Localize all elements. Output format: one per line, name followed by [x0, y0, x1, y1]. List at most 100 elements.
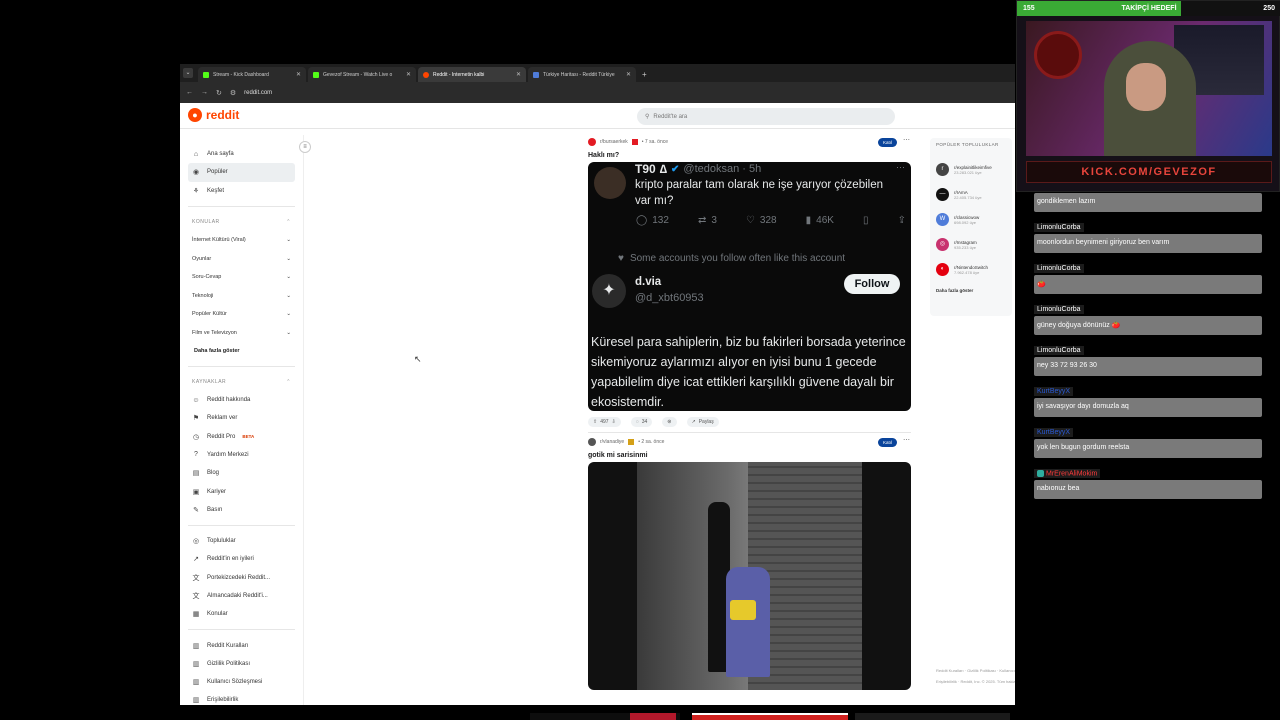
community-members: 22.405.734 üye: [954, 194, 982, 200]
url-field[interactable]: reddit.com: [244, 90, 272, 96]
sidebar-item-topics[interactable]: ▦ Konular: [188, 605, 295, 623]
tab-turkiye-haritasi[interactable]: Türkiye Haritası - Reddit Türkiye ✕: [528, 67, 636, 82]
sidebar-item-label: Kullanıcı Sözleşmesi: [207, 679, 263, 686]
tweet-screenshot[interactable]: T90 ∆ ✔ @tedoksan · 5h ⋯ kripto paralar …: [588, 162, 911, 411]
tab-gevezof-stream[interactable]: Gevezof Stream - Watch Live o ✕: [308, 67, 416, 82]
sidebar-item-reddit-pro[interactable]: ◷ Reddit Pro BETA: [188, 427, 295, 445]
post-image[interactable]: [588, 462, 911, 690]
sidebar-item-label: Erişilebilirlik: [207, 697, 239, 704]
taskbar-item: [692, 713, 848, 720]
topic-item[interactable]: İnternet Kültürü (Viral) ⌄: [188, 231, 295, 250]
sidebar-item-label: Gizlilik Politikası: [207, 660, 251, 667]
share-label: Paylaş: [698, 419, 714, 425]
sidebar-item-explore[interactable]: ⚘ Keşfet: [188, 182, 295, 200]
join-button[interactable]: Katıl: [877, 438, 897, 447]
reddit-logo[interactable]: ● reddit: [188, 108, 239, 122]
community-item[interactable]: r r/explainitlikeimfive 23.283.021 üye: [936, 157, 1006, 182]
reddit-favicon-icon: [423, 71, 429, 78]
sidebar-item-press[interactable]: ✎ Basın: [188, 501, 295, 519]
topics-icon: ▦: [192, 611, 200, 619]
sidebar-item-help[interactable]: ? Yardım Merkezi: [188, 446, 295, 464]
sidebar-item-advertise[interactable]: ⚑ Reklam ver: [188, 409, 295, 427]
topic-item[interactable]: Teknoloji ⌄: [188, 286, 295, 305]
reddit-alien-icon: ●: [188, 108, 202, 122]
comments-button[interactable]: ◌ 34: [630, 417, 653, 427]
chat-message: KurtBeyyX iyi savaşıyor dayı domuzla aq: [1034, 380, 1262, 417]
subreddit-name[interactable]: r/bursaerkek: [600, 139, 628, 145]
sidebar-item-label: Topluluklar: [207, 538, 236, 545]
sidebar-item-about[interactable]: ☺ Reddit hakkında: [188, 391, 295, 409]
sidebar-item-best-of[interactable]: ↗ Reddit'in en iyileri: [188, 550, 295, 568]
chevron-down-icon: ⌄: [286, 255, 291, 262]
resources-section-header[interactable]: KAYNAKLAR ⌃: [188, 373, 295, 391]
topics-section-header[interactable]: KONULAR ⌃: [188, 213, 295, 231]
bookmark-icon: ▯: [863, 215, 869, 226]
award-button[interactable]: ⊛: [662, 417, 677, 427]
share-icon: ⇪: [897, 215, 906, 226]
new-tab-button[interactable]: +: [638, 70, 651, 82]
sidebar-item-user-agreement[interactable]: ▥ Kullanıcı Sözleşmesi: [188, 673, 295, 691]
back-button[interactable]: ←: [186, 89, 193, 96]
tweet-avatar: [594, 167, 626, 199]
topic-item[interactable]: Film ve Televizyon ⌄: [188, 323, 295, 342]
topic-item[interactable]: Oyunlar ⌄: [188, 249, 295, 268]
home-icon: ⌂: [193, 150, 199, 158]
sidebar-item-blog[interactable]: ▤ Blog: [188, 464, 295, 482]
join-button[interactable]: Katıl: [877, 138, 897, 147]
sidebar-item-popular[interactable]: ◉ Popüler: [188, 163, 295, 182]
vote-control[interactable]: ⇧ 497 ⇩: [588, 417, 621, 427]
community-item[interactable]: ◎ r/Instagram 935.233 üye: [936, 232, 1006, 257]
search-input[interactable]: ⚲ Reddit'te ara: [637, 108, 895, 125]
share-button[interactable]: ↗ Paylaş: [686, 417, 719, 427]
sidebar-item-german[interactable]: 文 Almancadaki Reddit'i...: [188, 587, 295, 605]
sidebar-item-label: Reddit'in en iyileri: [207, 556, 254, 563]
more-options-icon[interactable]: ⋯: [903, 436, 910, 444]
sidebar-item-accessibility[interactable]: ▥ Erişilebilirlik: [188, 691, 295, 705]
tab-close-icon[interactable]: ✕: [406, 71, 411, 78]
show-more-communities-link[interactable]: Daha fazla göster: [936, 288, 1006, 293]
forward-button[interactable]: →: [201, 89, 208, 96]
chat-text: iyi savaşıyor dayı domuzla aq: [1034, 398, 1262, 417]
sidebar-item-home[interactable]: ⌂ Ana sayfa: [188, 145, 295, 163]
sidebar-item-privacy[interactable]: ▥ Gizlilik Politikası: [188, 655, 295, 673]
community-item[interactable]: ◐ r/NintendoSwitch 7.962.478 üye: [936, 257, 1006, 282]
tab-close-icon[interactable]: ✕: [516, 71, 521, 78]
downvote-icon[interactable]: ⇩: [612, 419, 616, 425]
topic-item[interactable]: Soru-Cevap ⌄: [188, 268, 295, 287]
more-options-icon[interactable]: ⋯: [903, 136, 910, 144]
bag: [730, 600, 756, 620]
chat-username-text: KurtBeyyX: [1037, 388, 1071, 395]
sidebar-item-careers[interactable]: ▣ Kariyer: [188, 482, 295, 500]
collapse-sidebar-button[interactable]: ≡: [299, 141, 311, 153]
reddit-footer: Reddit Kuralları · Gizlilik Politikası ·…: [936, 668, 1015, 684]
sidebar-item-portuguese[interactable]: 文 Portekizcedeki Reddit...: [188, 569, 295, 587]
tab-close-icon[interactable]: ✕: [296, 71, 301, 78]
post-title[interactable]: Haklı mı?: [588, 148, 911, 162]
chevron-down-icon: ⌄: [286, 329, 291, 336]
community-item[interactable]: — r/IAmA 22.405.734 üye: [936, 182, 1006, 207]
tab-close-icon[interactable]: ✕: [626, 71, 631, 78]
tab-reddit[interactable]: Reddit - İnternetin kalbi ✕: [418, 67, 526, 82]
chat-username: MrErenAliMokim: [1034, 468, 1101, 478]
chat-username-text: LimonluCorba: [1037, 306, 1081, 313]
sidebar-item-communities[interactable]: ◎ Topluluklar: [188, 532, 295, 550]
community-avatar: —: [936, 188, 949, 201]
post-title[interactable]: gotik mi sarisinmi: [588, 448, 911, 462]
chevron-down-icon: ⌄: [286, 311, 291, 318]
tab-search-icon[interactable]: ⌄: [183, 68, 193, 78]
topic-label: Teknoloji: [192, 292, 214, 299]
community-members: 698.092 üye: [954, 219, 977, 225]
topic-item[interactable]: Popüler Kültür ⌄: [188, 305, 295, 324]
chat-username: LimonluCorba: [1034, 264, 1084, 273]
sidebar-item-rules[interactable]: ▥ Reddit Kuralları: [188, 636, 295, 654]
site-info-icon[interactable]: ⚙: [230, 89, 236, 97]
reload-button[interactable]: ↻: [216, 89, 222, 97]
subreddit-name[interactable]: r/vlanadiye: [600, 439, 624, 445]
comment-count: 34: [641, 419, 648, 425]
tab-kick-dashboard[interactable]: Stream - Kick Dashboard ✕: [198, 67, 306, 82]
community-item[interactable]: Wr/classicwow 698.092 üye: [936, 207, 1006, 232]
post-meta: r/vlanadiye • 2 sa. önce Katıl ⋯: [588, 436, 911, 448]
community-avatar: ◐: [936, 263, 949, 276]
upvote-icon[interactable]: ⇧: [593, 419, 597, 425]
show-more-topics-link[interactable]: Daha fazla göster: [188, 342, 295, 360]
